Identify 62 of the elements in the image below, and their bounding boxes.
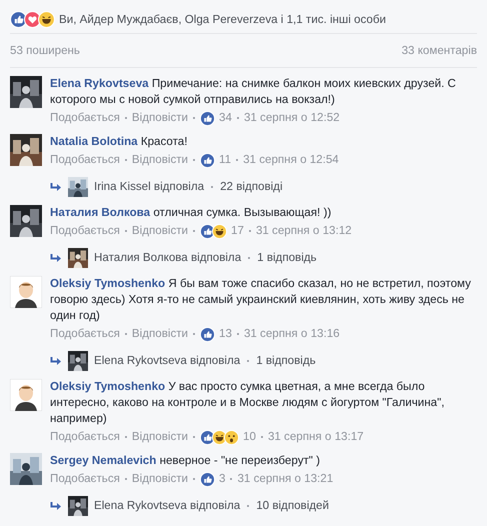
author-link[interactable]: Наталия Волкова	[50, 206, 150, 219]
like-reaction-icon	[200, 472, 216, 486]
reaction-count[interactable]: 10	[243, 429, 256, 445]
reply-link[interactable]: Відповісти	[132, 326, 188, 342]
timestamp-link[interactable]: 31 серпня о 12:54	[243, 152, 339, 168]
timestamp-link[interactable]: 31 серпня о 12:52	[244, 110, 340, 126]
author-link[interactable]: Sergey Nemalevich	[50, 454, 156, 467]
like-reaction-icon	[200, 152, 216, 168]
author-link[interactable]: Oleksiy Tymoshenko	[50, 380, 166, 393]
heart-reaction-icon	[24, 11, 41, 28]
reaction-count[interactable]: 13	[219, 326, 232, 342]
author-link[interactable]: Elena Rykovtseva	[50, 77, 149, 90]
like-link[interactable]: Подобається	[50, 326, 120, 342]
like-link[interactable]: Подобається	[50, 223, 120, 239]
replies-link[interactable]: Наталия Волкова відповіла	[94, 249, 242, 267]
reaction-count[interactable]: 3	[219, 471, 226, 487]
comment-text: Elena Rykovtseva Примечание: на снимке балкон моих киевских друзей. С которого мы с новой сумкой отправились на вокзал!)	[50, 76, 457, 108]
reaction-count[interactable]: 34	[219, 110, 232, 126]
author-link[interactable]: Natalia Bolotina	[50, 135, 138, 148]
replies-count-link[interactable]: 22 відповіді	[220, 178, 283, 196]
comment-text: Oleksiy Tymoshenko У вас просто сумка цветная, а мне всегда было интересно, каково на контроле и в Москве людям с йогуртом "Галичина", например)	[50, 379, 446, 427]
reply-link[interactable]: Відповісти	[132, 152, 188, 168]
avatar-drawing	[10, 276, 42, 308]
reply-arrow-icon	[50, 501, 62, 511]
comment-text: Oleksiy Tymoshenko Я бы вам тоже спасибо сказал, но не встретил, поэтому говорю здесь) Хотя я-то не самый украинский киевлянин, хоть живу здесь не один год)	[50, 276, 472, 324]
timestamp-link[interactable]: 31 серпня о 13:17	[268, 429, 364, 445]
like-link[interactable]: Подобається	[50, 429, 120, 445]
reply-link[interactable]: Відповісти	[132, 471, 188, 487]
like-reaction-icon	[10, 11, 27, 28]
reply-arrow-icon	[50, 182, 62, 192]
timestamp-link[interactable]: 31 серпня о 13:12	[256, 223, 352, 239]
like-link[interactable]: Подобається	[50, 110, 120, 126]
reply-link[interactable]: Відповісти	[132, 223, 188, 239]
replies-link[interactable]: Elena Rykovtseva відповіла	[94, 352, 240, 370]
laughing-reaction-icon	[212, 224, 228, 238]
comment-text: Sergey Nemalevich неверное - "не переизберут" )	[50, 453, 321, 469]
like-reaction-icon	[200, 326, 216, 342]
reply-link[interactable]: Відповісти	[132, 110, 188, 126]
reply-arrow-icon	[50, 253, 62, 263]
reply-arrow-icon	[50, 356, 62, 366]
author-link[interactable]: Oleksiy Tymoshenko	[50, 277, 166, 290]
shares-link[interactable]: 53 поширень	[10, 42, 80, 60]
replies-count-link[interactable]: 10 відповідей	[256, 497, 329, 515]
like-link[interactable]: Подобається	[50, 152, 120, 168]
surprised-reaction-icon	[224, 430, 240, 444]
reactors-link[interactable]: Ви, Айдер Муждабаєв, Olga Pereverzeva і 1,1 тис. інші особи	[59, 10, 386, 28]
like-reaction-icon	[200, 110, 216, 126]
replies-count-link[interactable]: 1 відповідь	[256, 352, 316, 370]
comment-text: Natalia Bolotina Красота!	[50, 134, 188, 150]
replies-link[interactable]: Elena Rykovtseva відповіла	[94, 497, 240, 515]
reaction-count[interactable]: 11	[219, 152, 232, 168]
replies-link[interactable]: Irina Kissel відповіла	[94, 178, 204, 196]
comment-text: Наталия Волкова отличная сумка. Вызывающая! ))	[50, 205, 332, 221]
replies-count-link[interactable]: 1 відповідь	[257, 249, 317, 267]
reaction-count[interactable]: 17	[231, 223, 244, 239]
laughing-reaction-icon	[38, 11, 55, 28]
comments-count-link[interactable]: 33 коментарів	[402, 42, 477, 60]
timestamp-link[interactable]: 31 серпня о 13:21	[237, 471, 334, 487]
reply-link[interactable]: Відповісти	[132, 429, 188, 445]
avatar-drawing	[10, 379, 42, 411]
timestamp-link[interactable]: 31 серпня о 13:16	[244, 326, 340, 342]
like-link[interactable]: Подобається	[50, 471, 120, 487]
